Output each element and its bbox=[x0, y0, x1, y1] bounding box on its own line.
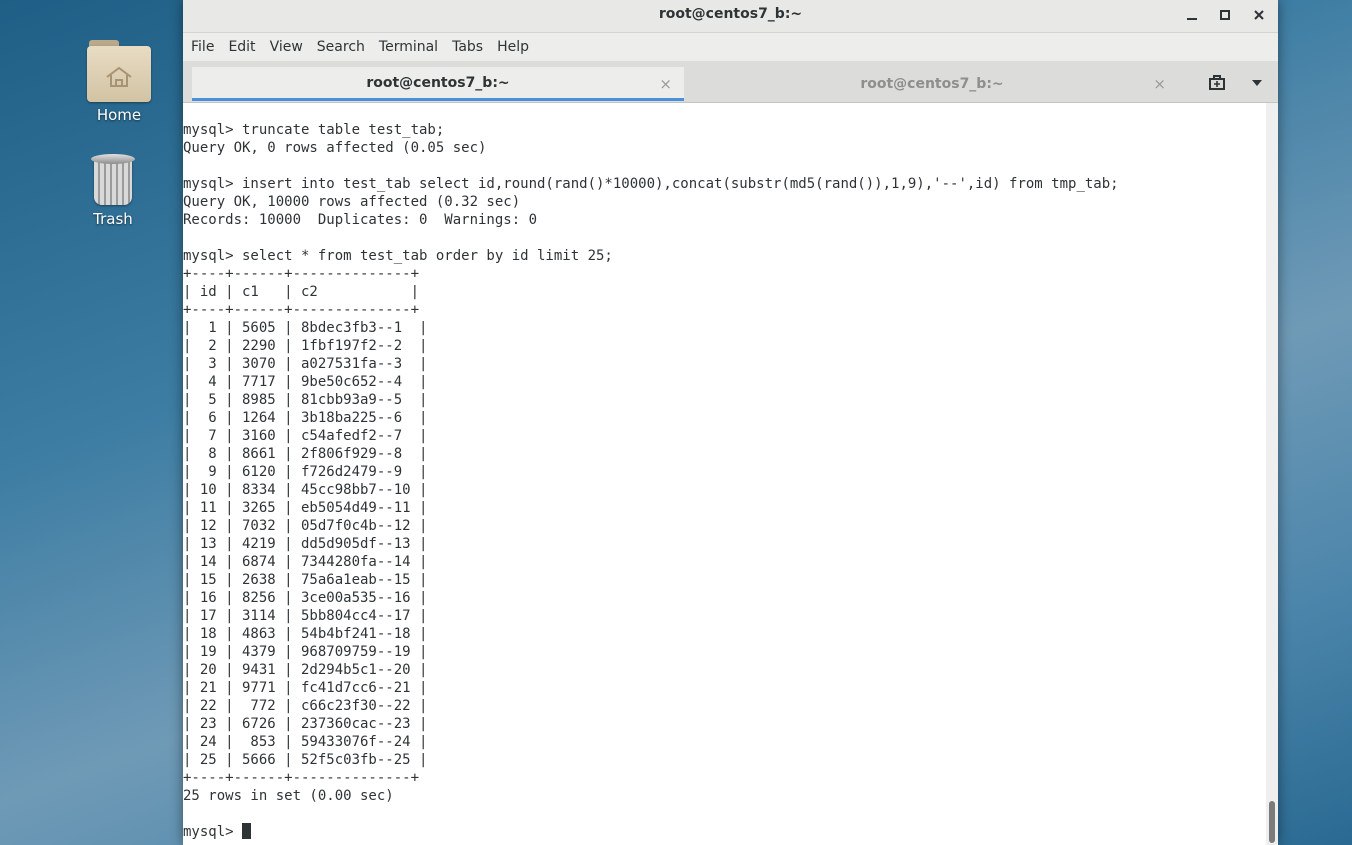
terminal-line: +----+------+--------------+ bbox=[183, 770, 420, 786]
window-title: root@centos7_b:~ bbox=[658, 6, 803, 22]
window-titlebar[interactable]: root@centos7_b:~ bbox=[183, 0, 1278, 33]
terminal-line: | 25 | 5666 | 52f5c03fb--25 | bbox=[183, 752, 428, 768]
scrollbar-thumb[interactable] bbox=[1269, 801, 1275, 843]
terminal-line: | 14 | 6874 | 7344280fa--14 | bbox=[183, 554, 428, 570]
terminal-line: | 15 | 2638 | 75a6a1eab--15 | bbox=[183, 572, 428, 588]
menu-view[interactable]: View bbox=[270, 39, 303, 55]
terminal-line: mysql> truncate table test_tab; bbox=[183, 122, 445, 138]
terminal-text: mysql> truncate table test_tab; Query OK… bbox=[183, 103, 1265, 841]
tabs-menu-button[interactable] bbox=[1245, 71, 1269, 95]
terminal-line: | 8 | 8661 | 2f806f929--8 | bbox=[183, 446, 428, 462]
terminal-line: | 3 | 3070 | a027531fa--3 | bbox=[183, 356, 428, 372]
terminal-line: | id | c1 | c2 | bbox=[183, 284, 420, 300]
maximize-button[interactable] bbox=[1213, 4, 1237, 26]
terminal-line: | 21 | 9771 | fc41d7cc6--21 | bbox=[183, 680, 428, 696]
desktop-icon-label: Home bbox=[96, 106, 142, 124]
terminal-line: Query OK, 0 rows affected (0.05 sec) bbox=[183, 140, 487, 156]
maximize-icon bbox=[1220, 10, 1230, 20]
close-icon bbox=[1254, 10, 1264, 20]
minimize-icon bbox=[1187, 18, 1197, 20]
terminal-cursor bbox=[242, 823, 252, 839]
menu-bar: File Edit View Search Terminal Tabs Help bbox=[183, 33, 1278, 61]
terminal-line: | 4 | 7717 | 9be50c652--4 | bbox=[183, 374, 428, 390]
home-folder-icon bbox=[87, 40, 151, 102]
terminal-line: | 20 | 9431 | 2d294b5c1--20 | bbox=[183, 662, 428, 678]
terminal-line: | 7 | 3160 | c54afedf2--7 | bbox=[183, 428, 428, 444]
terminal-line: | 22 | 772 | c66c23f30--22 | bbox=[183, 698, 428, 714]
terminal-line: | 10 | 8334 | 45cc98bb7--10 | bbox=[183, 482, 428, 498]
terminal-line: | 12 | 7032 | 05d7f0c4b--12 | bbox=[183, 518, 428, 534]
terminal-line: | 11 | 3265 | eb5054d49--11 | bbox=[183, 500, 428, 516]
menu-terminal[interactable]: Terminal bbox=[379, 39, 438, 55]
minimize-button[interactable] bbox=[1180, 4, 1204, 26]
terminal-line: | 13 | 4219 | dd5d905df--13 | bbox=[183, 536, 428, 552]
terminal-line: | 16 | 8256 | 3ce00a535--16 | bbox=[183, 590, 428, 606]
terminal-line: +----+------+--------------+ bbox=[183, 266, 420, 282]
desktop-icon-home[interactable]: Home bbox=[79, 40, 159, 124]
terminal-line: mysql> insert into test_tab select id,ro… bbox=[183, 176, 1119, 192]
tab-terminal-1[interactable]: root@centos7_b:~ × bbox=[192, 67, 684, 101]
terminal-line: | 6 | 1264 | 3b18ba225--6 | bbox=[183, 410, 428, 426]
terminal-output[interactable]: mysql> truncate table test_tab; Query OK… bbox=[183, 103, 1265, 845]
tab-close-icon[interactable]: × bbox=[1153, 75, 1166, 93]
close-button[interactable] bbox=[1247, 4, 1271, 26]
terminal-line: 25 rows in set (0.00 sec) bbox=[183, 788, 394, 804]
new-tab-icon bbox=[1209, 75, 1225, 90]
terminal-window: root@centos7_b:~ File Edit View Search T… bbox=[183, 0, 1278, 845]
terminal-line: | 18 | 4863 | 54b4bf241--18 | bbox=[183, 626, 428, 642]
tab-label: root@centos7_b:~ bbox=[366, 74, 510, 91]
menu-help[interactable]: Help bbox=[497, 39, 529, 55]
tab-label: root@centos7_b:~ bbox=[860, 76, 1004, 92]
terminal-line: Records: 10000 Duplicates: 0 Warnings: 0 bbox=[183, 212, 538, 228]
desktop-icon-label: Trash bbox=[93, 210, 133, 228]
terminal-line: Query OK, 10000 rows affected (0.32 sec) bbox=[183, 194, 521, 210]
terminal-line: | 1 | 5605 | 8bdec3fb3--1 | bbox=[183, 320, 428, 336]
tab-bar: root@centos7_b:~ × root@centos7_b:~ × bbox=[183, 61, 1278, 103]
terminal-prompt: mysql> bbox=[183, 824, 243, 840]
terminal-line: | 17 | 3114 | 5bb804cc4--17 | bbox=[183, 608, 428, 624]
tab-terminal-2[interactable]: root@centos7_b:~ × bbox=[686, 67, 1178, 101]
tab-close-icon[interactable]: × bbox=[659, 75, 672, 93]
terminal-line: mysql> select * from test_tab order by i… bbox=[183, 248, 613, 264]
terminal-line: | 19 | 4379 | 968709759--19 | bbox=[183, 644, 428, 660]
chevron-down-icon bbox=[1252, 80, 1262, 86]
terminal-line: +----+------+--------------+ bbox=[183, 302, 420, 318]
trash-icon bbox=[91, 154, 135, 206]
menu-search[interactable]: Search bbox=[317, 39, 365, 55]
terminal-line: | 9 | 6120 | f726d2479--9 | bbox=[183, 464, 428, 480]
terminal-line: | 2 | 2290 | 1fbf197f2--2 | bbox=[183, 338, 428, 354]
terminal-scrollbar[interactable] bbox=[1266, 103, 1278, 845]
terminal-line: | 5 | 8985 | 81cbb93a9--5 | bbox=[183, 392, 428, 408]
terminal-line: | 23 | 6726 | 237360cac--23 | bbox=[183, 716, 428, 732]
new-tab-button[interactable] bbox=[1205, 71, 1229, 95]
menu-file[interactable]: File bbox=[191, 39, 214, 55]
desktop-icon-trash[interactable]: Trash bbox=[73, 154, 153, 228]
terminal-line: | 24 | 853 | 59433076f--24 | bbox=[183, 734, 428, 750]
menu-tabs[interactable]: Tabs bbox=[452, 39, 483, 55]
menu-edit[interactable]: Edit bbox=[228, 39, 255, 55]
